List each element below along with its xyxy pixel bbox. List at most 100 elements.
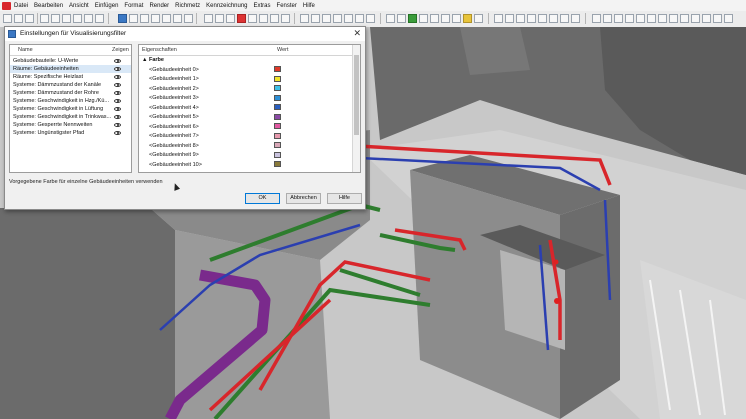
print-icon[interactable]	[40, 14, 49, 23]
filter-row[interactable]: Räume: Spezifische Heizlast	[10, 73, 131, 81]
copy-icon[interactable]	[62, 14, 71, 23]
new-file-icon[interactable]	[3, 14, 12, 23]
ventilation-icon[interactable]	[408, 14, 417, 23]
color-property-row[interactable]: <Gebäudeeinheit 1>	[139, 75, 339, 84]
radiator-icon[interactable]	[281, 14, 290, 23]
calc-icon[interactable]	[386, 14, 395, 23]
wall-icon[interactable]	[204, 14, 213, 23]
property-grid-scrollbar[interactable]	[352, 45, 360, 172]
color-swatch[interactable]	[274, 161, 281, 167]
cancel-button[interactable]: Abbrechen	[286, 193, 321, 204]
menu-hilfe[interactable]: Hilfe	[303, 3, 315, 9]
view-front-icon[interactable]	[603, 14, 612, 23]
menu-extras[interactable]: Extras	[254, 3, 271, 9]
text-icon[interactable]	[311, 14, 320, 23]
visibility-eye-icon[interactable]	[114, 67, 121, 71]
valve-icon[interactable]	[270, 14, 279, 23]
color-property-row[interactable]: <Gebäudeeinheit 5>	[139, 113, 339, 122]
window-icon[interactable]	[226, 14, 235, 23]
dimension-icon[interactable]	[300, 14, 309, 23]
view-3d-icon[interactable]	[162, 14, 171, 23]
slab-icon[interactable]	[571, 14, 580, 23]
visibility-eye-icon[interactable]	[114, 91, 121, 95]
stair-icon[interactable]	[538, 14, 547, 23]
filter-row[interactable]: Systeme: Geschwindigkeit in Trinkwas...	[10, 113, 131, 121]
color-property-row[interactable]: <Gebäudeeinheit 7>	[139, 132, 339, 141]
measure-icon[interactable]	[474, 14, 483, 23]
visibility-eye-icon[interactable]	[114, 123, 121, 127]
snap-icon[interactable]	[366, 14, 375, 23]
section-icon[interactable]	[173, 14, 182, 23]
ok-button[interactable]: OK	[245, 193, 280, 204]
filter-row[interactable]: Systeme: Gesperrte Nennweiten	[10, 121, 131, 129]
building-icon[interactable]	[516, 14, 525, 23]
filter-row[interactable]: Systeme: Geschwindigkeit in Hzg./Kü...	[10, 97, 131, 105]
color-property-row[interactable]: <Gebäudeeinheit 2>	[139, 84, 339, 93]
open-folder-icon[interactable]	[14, 14, 23, 23]
visibility-eye-icon[interactable]	[114, 83, 121, 87]
scrollbar-thumb[interactable]	[354, 55, 359, 135]
color-swatch[interactable]	[274, 142, 281, 148]
settings-icon[interactable]	[452, 14, 461, 23]
column-name-header[interactable]: Name	[18, 47, 33, 53]
floor-icon[interactable]	[494, 14, 503, 23]
cut-icon[interactable]	[51, 14, 60, 23]
view-iso-icon[interactable]	[625, 14, 634, 23]
visibility-eye-icon[interactable]	[114, 59, 121, 63]
table-icon[interactable]	[397, 14, 406, 23]
color-property-row[interactable]: <Gebäudeeinheit 0>	[139, 65, 339, 74]
visibility-eye-icon[interactable]	[114, 131, 121, 135]
property-grid[interactable]: Eigenschaften Wert ▲ Farbe <Gebäudeeinhe…	[138, 44, 361, 173]
color-property-row[interactable]: <Gebäudeeinheit 3>	[139, 94, 339, 103]
column-show-header[interactable]: Zeigen	[112, 47, 129, 53]
fly-icon[interactable]	[702, 14, 711, 23]
column-properties-header[interactable]: Eigenschaften	[142, 47, 177, 53]
visibility-eye-icon[interactable]	[114, 107, 121, 111]
dialog-titlebar[interactable]: Einstellungen für Visualisierungsfilter …	[5, 27, 365, 41]
layer-icon[interactable]	[184, 14, 193, 23]
color-property-row[interactable]: <Gebäudeeinheit 8>	[139, 141, 339, 150]
color-swatch[interactable]	[274, 123, 281, 129]
roof-icon[interactable]	[527, 14, 536, 23]
view-top-icon[interactable]	[592, 14, 601, 23]
report-icon[interactable]	[419, 14, 428, 23]
color-swatch[interactable]	[274, 85, 281, 91]
hidden-line-icon[interactable]	[669, 14, 678, 23]
view-side-icon[interactable]	[614, 14, 623, 23]
menu-ansicht[interactable]: Ansicht	[69, 3, 89, 9]
grid-icon[interactable]	[355, 14, 364, 23]
export-icon[interactable]	[430, 14, 439, 23]
filter-row[interactable]: Gebäudebauteile: U-Werte	[10, 57, 131, 65]
filter-list[interactable]: Name Zeigen Gebäudebauteile: U-Werte Räu…	[9, 44, 132, 173]
filter-row[interactable]: Systeme: Ungünstigster Pfad	[10, 129, 131, 137]
menu-kennzeichnung[interactable]: Kennzeichnung	[206, 3, 247, 9]
color-swatch[interactable]	[274, 94, 281, 101]
filter-row[interactable]: Systeme: Dämmzustand der Kanäle	[10, 81, 131, 89]
zoom-icon[interactable]	[129, 14, 138, 23]
menu-bearbeiten[interactable]: Bearbeiten	[34, 3, 63, 9]
menu-format[interactable]: Format	[124, 3, 143, 9]
visual-filter-icon[interactable]	[118, 14, 127, 23]
symbol-icon[interactable]	[344, 14, 353, 23]
color-swatch[interactable]	[274, 66, 281, 72]
filter-row[interactable]: Systeme: Dämmzustand der Rohre	[10, 89, 131, 97]
rotate-icon[interactable]	[151, 14, 160, 23]
visibility-eye-icon[interactable]	[114, 75, 121, 79]
color-swatch[interactable]	[274, 151, 281, 158]
close-icon[interactable]: ✕	[353, 28, 361, 39]
color-property-row[interactable]: <Gebäudeeinheit 4>	[139, 103, 339, 112]
save-icon[interactable]	[25, 14, 34, 23]
menu-fenster[interactable]: Fenster	[277, 3, 297, 9]
redo-icon[interactable]	[95, 14, 104, 23]
filter-row-selected[interactable]: Räume: Gebäudeeinheiten	[10, 65, 131, 73]
color-swatch[interactable]	[274, 104, 281, 110]
menu-einfuegen[interactable]: Einfügen	[95, 3, 119, 9]
menu-datei[interactable]: Datei	[14, 3, 28, 9]
beam-icon[interactable]	[560, 14, 569, 23]
duct-icon[interactable]	[248, 14, 257, 23]
color-swatch[interactable]	[274, 75, 281, 82]
pan-icon[interactable]	[140, 14, 149, 23]
menu-render[interactable]: Render	[149, 3, 169, 9]
color-property-row[interactable]: <Gebäudeeinheit 9>	[139, 151, 339, 160]
filter-row[interactable]: Systeme: Geschwindigkeit in Lüftung	[10, 105, 131, 113]
